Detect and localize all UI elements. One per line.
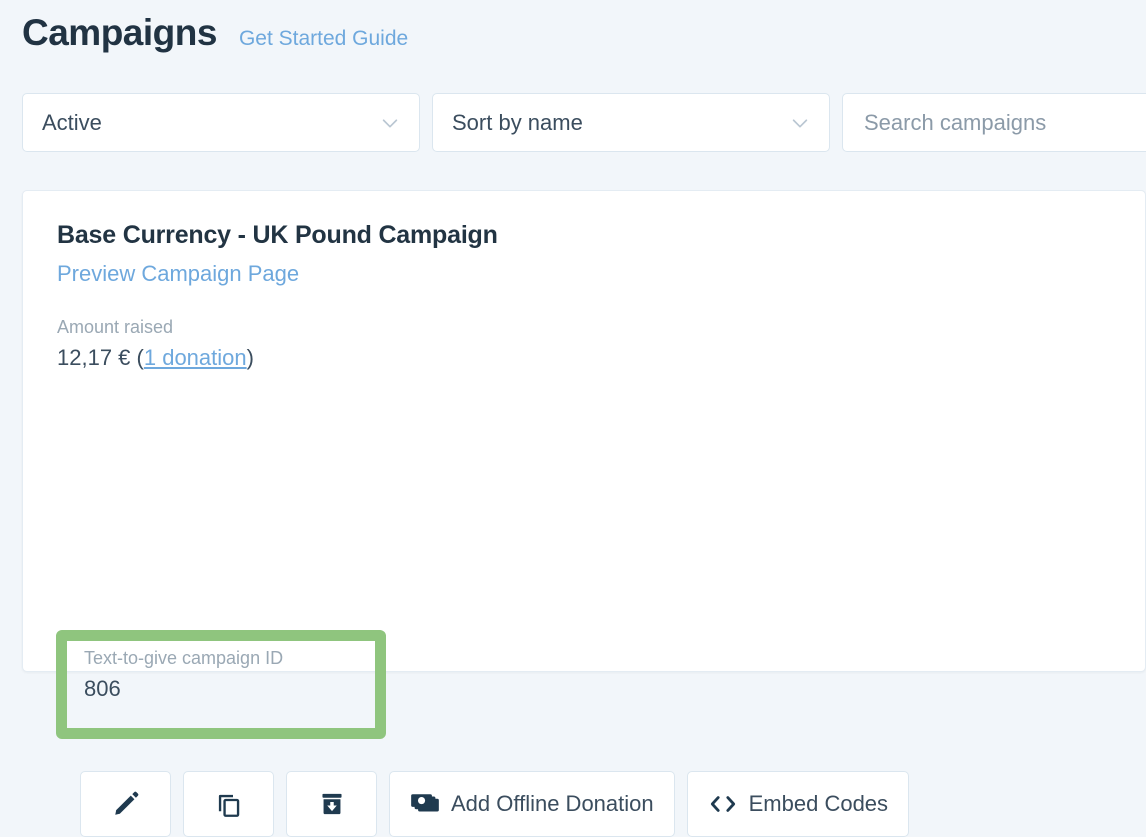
donations-prefix: ( (130, 345, 144, 371)
campaign-actions: Add Offline Donation Embed Codes (80, 771, 910, 837)
donations-count-link[interactable]: 1 donation (144, 345, 247, 370)
edit-button[interactable] (80, 771, 171, 837)
page-title: Campaigns (22, 12, 217, 53)
amount-raised-block: Amount raised 12,17 € (1 donation) (57, 316, 1125, 372)
sort-select-value: Sort by name (452, 109, 583, 135)
campaigns-page: Campaigns Get Started Guide Active Sort … (0, 0, 1146, 837)
duplicate-button[interactable] (183, 771, 274, 837)
chevron-down-icon (379, 112, 401, 134)
filter-bar: Active Sort by name (22, 93, 1146, 152)
embed-codes-button[interactable]: Embed Codes (686, 771, 910, 837)
text-to-give-block: Text-to-give campaign ID 806 (84, 647, 364, 703)
text-to-give-label: Text-to-give campaign ID (84, 648, 284, 668)
page-header: Campaigns Get Started Guide (22, 14, 408, 51)
archive-icon (319, 791, 345, 817)
embed-codes-label: Embed Codes (748, 791, 889, 816)
amount-raised-value: 12,17 € (57, 345, 131, 371)
status-filter-select[interactable]: Active (22, 93, 420, 152)
sort-select[interactable]: Sort by name (432, 93, 830, 152)
code-brackets-icon (708, 793, 738, 815)
campaign-card-body: Base Currency - UK Pound Campaign Previe… (57, 221, 1125, 372)
text-to-give-value: 806 (84, 676, 121, 702)
archive-button[interactable] (286, 771, 377, 837)
get-started-guide-link[interactable]: Get Started Guide (239, 28, 408, 49)
add-offline-donation-button[interactable]: Add Offline Donation (389, 771, 675, 837)
money-bills-icon (410, 791, 440, 817)
add-offline-donation-label: Add Offline Donation (451, 791, 654, 816)
campaign-name: Base Currency - UK Pound Campaign (57, 221, 498, 249)
preview-campaign-page-link[interactable]: Preview Campaign Page (57, 261, 299, 287)
amount-raised-label: Amount raised (57, 316, 174, 337)
status-filter-value: Active (42, 109, 102, 135)
search-field[interactable] (842, 93, 1146, 152)
chevron-down-icon (789, 112, 811, 134)
search-input[interactable] (862, 108, 1146, 137)
campaign-card: Base Currency - UK Pound Campaign Previe… (22, 190, 1146, 837)
donations-suffix: ) (246, 345, 254, 371)
amount-raised-value-row: 12,17 € (1 donation) (57, 344, 1125, 372)
copy-icon (215, 791, 242, 818)
pencil-icon (112, 790, 140, 818)
